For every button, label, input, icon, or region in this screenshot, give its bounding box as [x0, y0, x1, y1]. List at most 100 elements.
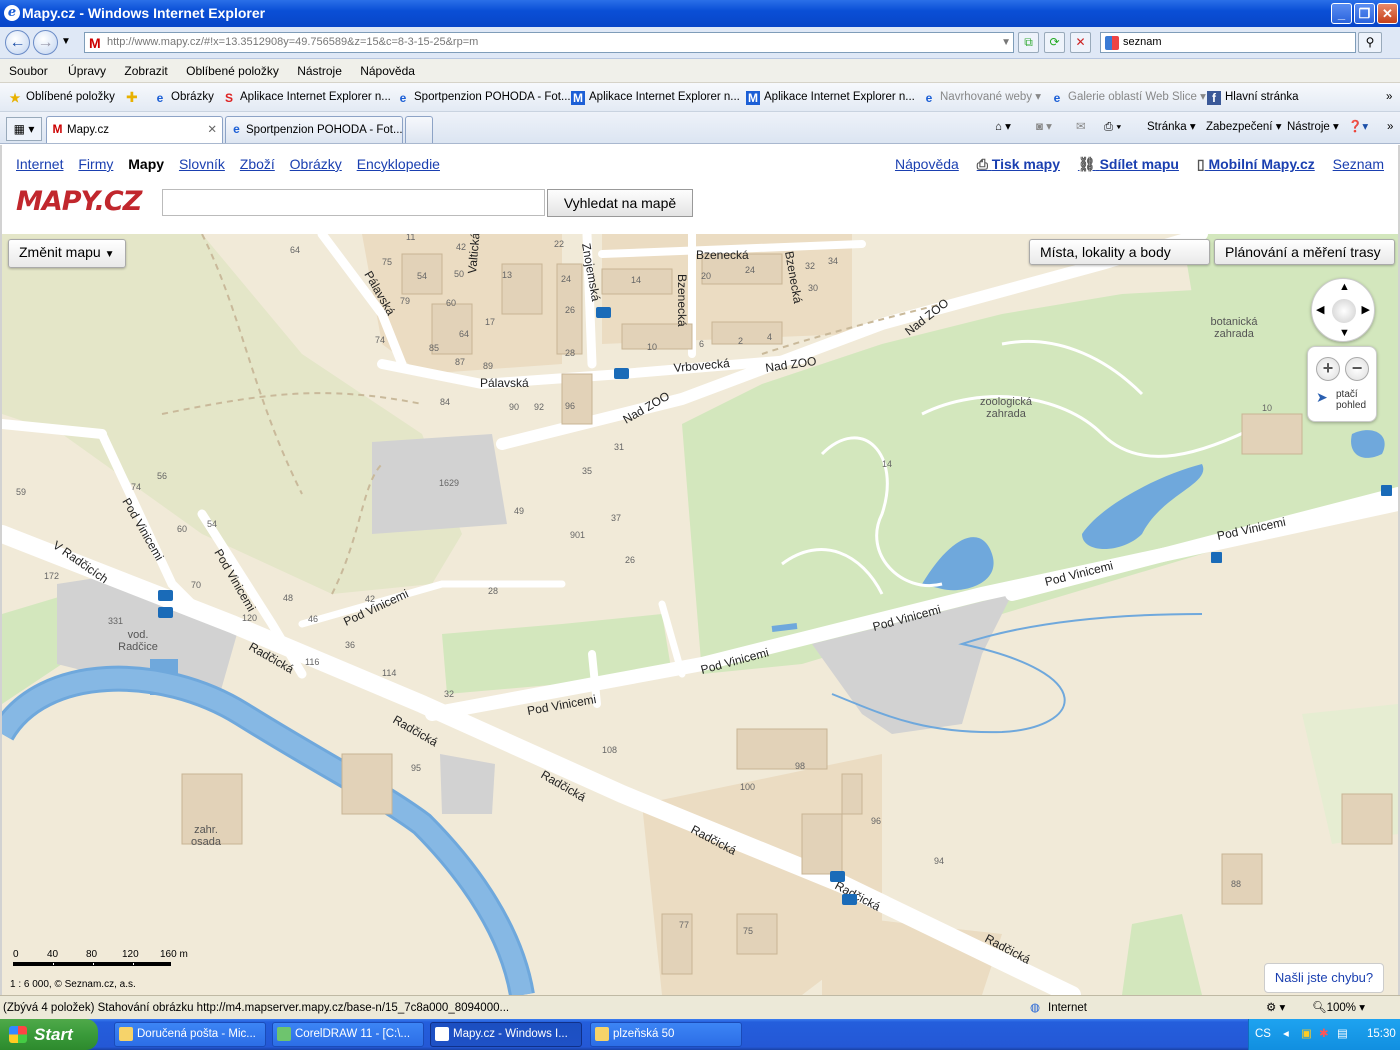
- nav-zbozi[interactable]: Zboží: [240, 156, 275, 172]
- ie-icon: e: [1053, 91, 1061, 105]
- window-title: Mapy.cz - Windows Internet Explorer: [22, 5, 266, 21]
- scale-tick-label: 0: [13, 949, 19, 960]
- route-planning-button[interactable]: Plánování a měření trasy: [1214, 239, 1395, 265]
- bus-stop-icon: [842, 894, 857, 905]
- maximize-button[interactable]: ❐: [1354, 3, 1375, 24]
- print-map-link[interactable]: ⎙ Tisk mapy: [977, 156, 1060, 172]
- fav-item-home[interactable]: f Hlavní stránka: [1207, 83, 1299, 112]
- home-icon[interactable]: ⌂ ▾: [995, 112, 1011, 142]
- tray-network-icon[interactable]: ▤: [1337, 1019, 1348, 1050]
- tray-bluetooth-icon[interactable]: ✱: [1319, 1019, 1329, 1050]
- folder-icon: [595, 1027, 609, 1041]
- pan-up-icon[interactable]: ▲: [1339, 281, 1350, 293]
- menu-tools[interactable]: Nástroje: [297, 59, 342, 83]
- search-icon[interactable]: ⚲: [1358, 32, 1382, 53]
- search-map-button[interactable]: Vyhledat na mapě: [547, 189, 693, 217]
- tray-app-icon[interactable]: ▣: [1301, 1019, 1312, 1050]
- protected-mode-icon[interactable]: ⚙ ▾: [1266, 996, 1285, 1020]
- tab-sportpenzion[interactable]: e Sportpenzion POHODA - Fot...: [225, 116, 403, 143]
- parking-icon: [1211, 552, 1222, 563]
- change-map-button[interactable]: Změnit mapu ▼: [8, 239, 126, 268]
- tab-close-icon[interactable]: ✕: [207, 117, 217, 143]
- zoom-level[interactable]: 🔍︎100% ▾: [1312, 996, 1365, 1020]
- tools-menu[interactable]: Nástroje ▾: [1287, 112, 1339, 142]
- stop-icon[interactable]: ✕: [1070, 32, 1091, 53]
- pan-control[interactable]: ▲ ▼ ◀ ▶: [1311, 278, 1375, 342]
- chevron-more-icon[interactable]: »: [1387, 112, 1393, 142]
- fav-item-ie-2[interactable]: M Aplikace Internet Explorer n...: [571, 83, 740, 112]
- mail-icon[interactable]: ✉: [1076, 112, 1086, 142]
- nav-obrazky[interactable]: Obrázky: [290, 156, 342, 172]
- language-indicator[interactable]: CS: [1255, 1019, 1271, 1050]
- favorites-button[interactable]: ★ Oblíbené položky: [8, 83, 115, 112]
- meadow-area: [1122, 914, 1202, 995]
- menu-edit[interactable]: Úpravy: [68, 59, 106, 83]
- clock[interactable]: 15:30: [1367, 1019, 1396, 1050]
- back-button[interactable]: ←: [5, 30, 30, 55]
- fav-item-ie-1[interactable]: S Aplikace Internet Explorer n...: [222, 83, 391, 112]
- bus-stop-icon: [830, 871, 845, 882]
- map-search-input[interactable]: [162, 189, 545, 216]
- help-link[interactable]: Nápověda: [895, 156, 959, 172]
- share-map-link[interactable]: ⛓ Sdílet mapu: [1078, 156, 1179, 172]
- safety-menu[interactable]: Zabezpečení ▾: [1206, 112, 1281, 142]
- link-icon: ⛓: [1077, 156, 1096, 172]
- minimize-button[interactable]: _: [1331, 3, 1352, 24]
- seznam-link[interactable]: Seznam: [1333, 156, 1384, 172]
- pan-right-icon[interactable]: ▶: [1362, 303, 1370, 316]
- report-error-button[interactable]: Našli jste chybu?: [1264, 963, 1384, 993]
- new-tab-button[interactable]: [405, 116, 433, 143]
- taskbar-item-corel[interactable]: CorelDRAW 11 - [C:\...: [272, 1022, 424, 1047]
- pan-down-icon[interactable]: ▼: [1339, 327, 1350, 339]
- compatibility-icon[interactable]: ⧉: [1018, 32, 1039, 53]
- globe-icon: ◍: [1030, 1002, 1041, 1014]
- quick-tabs-icon[interactable]: ▦ ▾: [6, 117, 42, 141]
- address-input[interactable]: M http://www.mapy.cz/#!x=13.3512908y=49.…: [84, 32, 1014, 53]
- zoom-in-button[interactable]: +: [1316, 357, 1340, 381]
- nav-firmy[interactable]: Firmy: [78, 156, 113, 172]
- search-input[interactable]: seznam: [1100, 32, 1356, 53]
- map-canvas[interactable]: Bzenecká Bzenecká Bzenecká Znojemská Val…: [2, 234, 1398, 995]
- fav-item-webslice[interactable]: e Galerie oblastí Web Slice ▾: [1050, 83, 1206, 112]
- fav-item-pohoda[interactable]: e Sportpenzion POHODA - Fot...: [396, 83, 571, 112]
- taskbar-item-mail[interactable]: Doručená pošta - Mic...: [114, 1022, 266, 1047]
- close-button[interactable]: ✕: [1377, 3, 1398, 24]
- places-button[interactable]: Místa, lokality a body: [1029, 239, 1210, 265]
- nav-slovnik[interactable]: Slovník: [179, 156, 225, 172]
- fav-item-suggested[interactable]: e Navrhované weby ▾: [922, 83, 1041, 112]
- menu-help[interactable]: Nápověda: [360, 59, 415, 83]
- window-title-bar[interactable]: e Mapy.cz - Windows Internet Explorer _ …: [0, 0, 1400, 27]
- menu-favorites[interactable]: Oblíbené položky: [186, 59, 279, 83]
- tray-back-icon[interactable]: ◂: [1283, 1019, 1289, 1050]
- feeds-icon[interactable]: ◙ ▾: [1036, 112, 1052, 142]
- zoom-out-button[interactable]: −: [1345, 357, 1369, 381]
- refresh-icon[interactable]: ⟳: [1044, 32, 1065, 53]
- pan-center-icon[interactable]: [1332, 299, 1356, 323]
- start-button[interactable]: Start: [0, 1019, 98, 1050]
- house-number: 60: [177, 524, 187, 534]
- add-favorite-icon[interactable]: ✚: [126, 83, 138, 112]
- pan-left-icon[interactable]: ◀: [1316, 303, 1324, 316]
- fav-item-obrazky[interactable]: e Obrázky: [153, 83, 214, 112]
- help-icon[interactable]: ❓▾: [1348, 112, 1368, 142]
- nav-internet[interactable]: Internet: [16, 156, 63, 172]
- mobile-maps-link[interactable]: ▯ Mobilní Mapy.cz: [1197, 156, 1315, 172]
- bird-view-button[interactable]: ➤ ptačí pohled: [1316, 389, 1372, 415]
- menu-file[interactable]: Soubor: [9, 59, 48, 83]
- tab-mapy[interactable]: M Mapy.cz ✕: [46, 116, 223, 143]
- history-dropdown-icon[interactable]: ▼: [61, 36, 71, 47]
- taskbar-item-ie[interactable]: Mapy.cz - Windows I...: [430, 1022, 582, 1047]
- forward-button[interactable]: →: [33, 30, 58, 55]
- outlook-icon: [119, 1027, 133, 1041]
- page-menu[interactable]: Stránka ▾: [1147, 112, 1196, 142]
- nav-encyklopedie[interactable]: Encyklopedie: [357, 156, 440, 172]
- fav-item-ie-3[interactable]: M Aplikace Internet Explorer n...: [746, 83, 915, 112]
- address-dropdown-icon[interactable]: ▼: [1001, 33, 1011, 52]
- print-icon[interactable]: ⎙ ▾: [1104, 112, 1121, 142]
- menu-view[interactable]: Zobrazit: [124, 59, 167, 83]
- mapy-logo[interactable]: MAPY.CZ: [16, 186, 142, 217]
- house-number: 11: [406, 234, 415, 242]
- chevron-more-icon[interactable]: »: [1386, 83, 1392, 112]
- house-number: 84: [440, 397, 450, 407]
- taskbar-item-folder[interactable]: plzeňská 50: [590, 1022, 742, 1047]
